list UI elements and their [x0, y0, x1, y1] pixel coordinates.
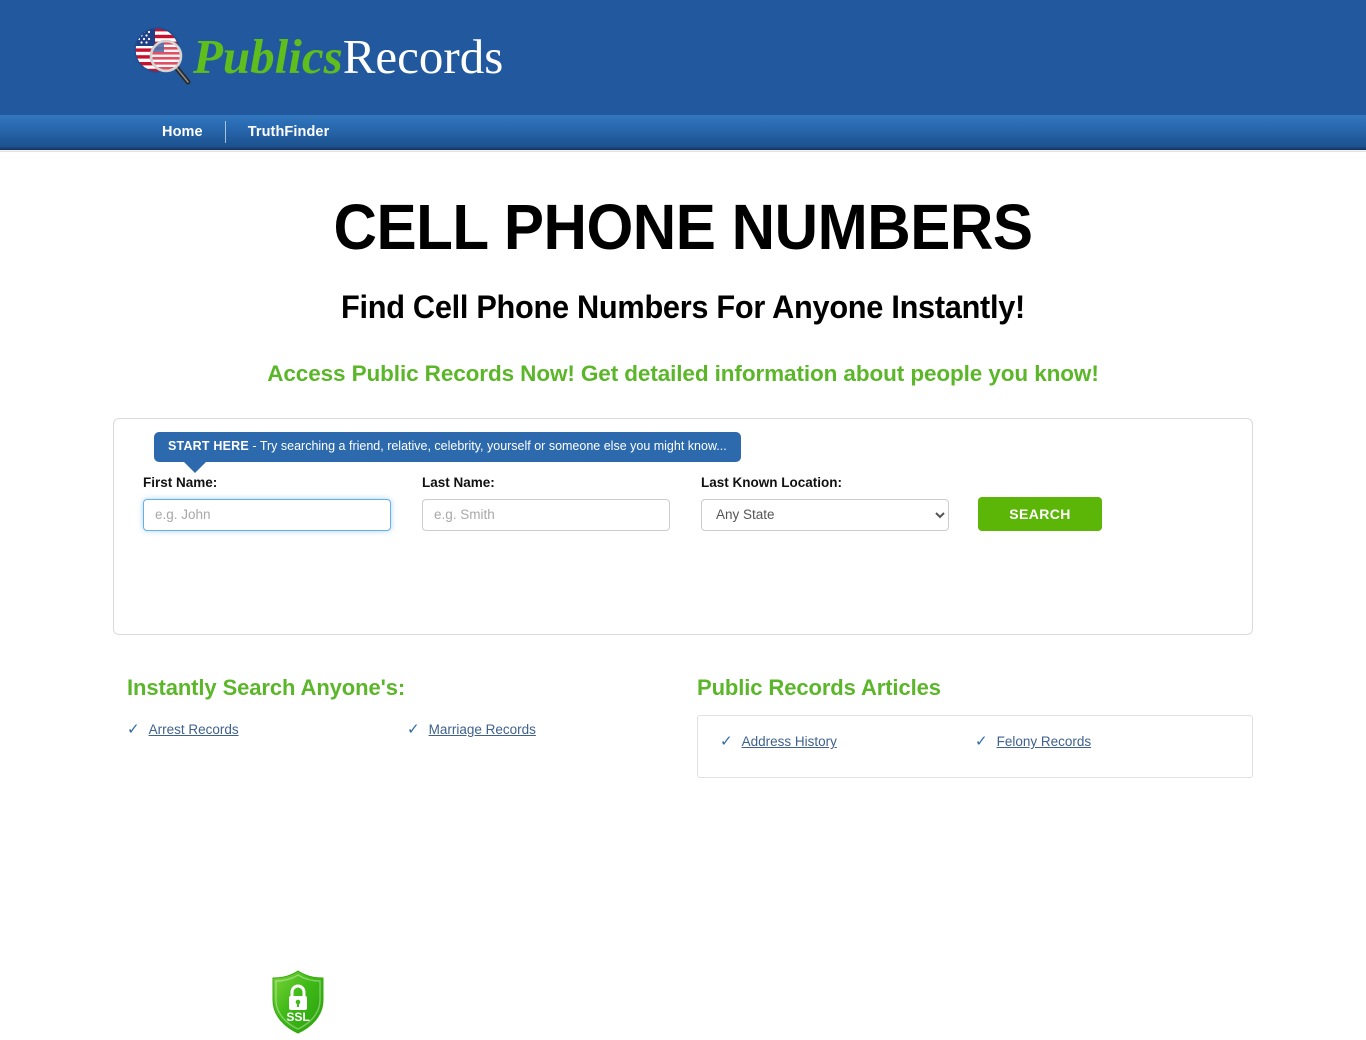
hero-section: CELL PHONE NUMBERS Find Cell Phone Numbe… — [0, 152, 1366, 386]
link-arrest-records[interactable]: Arrest Records — [149, 722, 239, 737]
tooltip-strong-label: START HERE — [168, 439, 249, 453]
search-button[interactable]: SEARCH — [978, 496, 1102, 531]
location-field-group: Last Known Location: Any State — [701, 476, 949, 531]
list-item[interactable]: ✓ Arrest Records — [127, 722, 407, 737]
instantly-search-section: Instantly Search Anyone's: ✓ Arrest Reco… — [127, 665, 687, 761]
logo-wordmark: PublicsRecords — [193, 32, 503, 81]
check-icon: ✓ — [127, 721, 140, 738]
list-item[interactable]: ✓ Address History — [720, 734, 975, 749]
logo-text-publics: Publics — [193, 28, 343, 84]
nav-item-truthfinder[interactable]: TruthFinder — [226, 125, 352, 140]
nav-item-home[interactable]: Home — [140, 125, 225, 140]
list-item[interactable]: ✓ Marriage Records — [407, 722, 687, 737]
site-logo[interactable]: PublicsRecords — [125, 22, 503, 94]
last-name-field-group: Last Name: — [422, 476, 670, 531]
page-tagline: Access Public Records Now! Get detailed … — [267, 361, 1099, 386]
articles-title: Public Records Articles — [697, 675, 941, 700]
link-marriage-records[interactable]: Marriage Records — [429, 722, 536, 737]
magnifier-flag-icon — [125, 22, 197, 94]
first-name-input[interactable] — [143, 498, 391, 531]
main-navigation: Home TruthFinder — [0, 115, 1366, 150]
instantly-search-link-grid: ✓ Arrest Records ✓ Marriage Records — [127, 699, 687, 761]
search-button-group: SEARCH — [978, 496, 1102, 531]
site-header: PublicsRecords — [0, 0, 1366, 115]
start-here-tooltip: START HERE - Try searching a friend, rel… — [154, 432, 741, 472]
ssl-shield-lock-icon: SSL — [269, 969, 327, 1035]
public-records-articles-section: Public Records Articles ✓ Address Histor… — [697, 665, 1253, 778]
tooltip-rest-label: - Try searching a friend, relative, cele… — [248, 439, 727, 453]
logo-text-records: Records — [342, 28, 504, 84]
state-select[interactable]: Any State — [701, 498, 949, 531]
check-icon: ✓ — [407, 721, 420, 738]
articles-box: ✓ Address History ✓ Felony Records — [697, 715, 1253, 778]
check-icon: ✓ — [975, 733, 988, 750]
first-name-field-group: First Name: — [143, 476, 391, 531]
ssl-badge-text: SSL — [286, 1010, 309, 1024]
search-fields: First Name: Last Name: Last Known Locati… — [143, 476, 1228, 531]
page-subtitle: Find Cell Phone Numbers For Anyone Insta… — [341, 289, 1025, 325]
first-name-label: First Name: — [143, 475, 218, 490]
articles-link-grid: ✓ Address History ✓ Felony Records — [720, 734, 1230, 771]
list-item[interactable]: ✓ Felony Records — [975, 734, 1230, 749]
link-address-history[interactable]: Address History — [742, 734, 837, 749]
last-name-label: Last Name: — [422, 475, 495, 490]
nav-divider — [224, 121, 226, 143]
check-icon: ✓ — [720, 733, 733, 750]
last-name-input[interactable] — [422, 498, 670, 531]
page-title: CELL PHONE NUMBERS — [333, 191, 1033, 263]
instantly-search-title: Instantly Search Anyone's: — [127, 675, 406, 700]
search-panel: START HERE - Try searching a friend, rel… — [113, 418, 1253, 1034]
location-label: Last Known Location: — [701, 475, 842, 490]
link-felony-records[interactable]: Felony Records — [997, 734, 1092, 749]
